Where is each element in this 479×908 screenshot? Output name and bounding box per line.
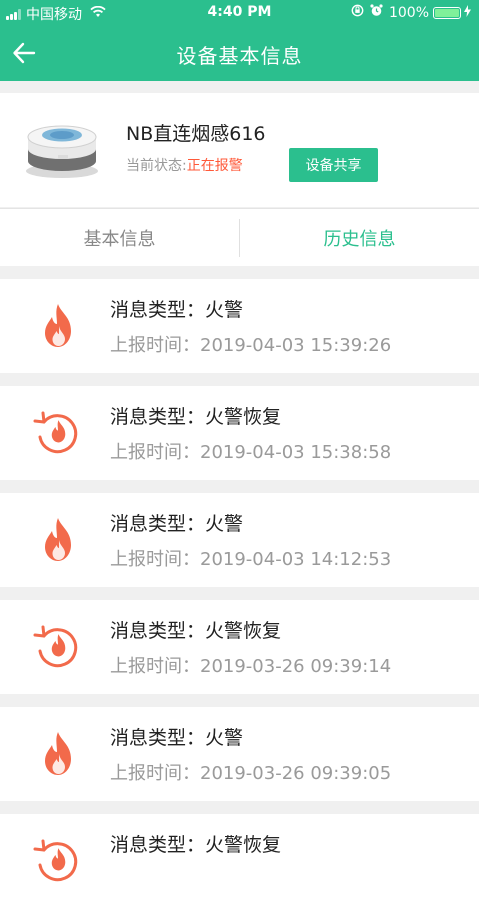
alarm-clock-icon	[370, 4, 383, 21]
rotation-lock-icon	[351, 4, 364, 21]
message-type: 消息类型：火警	[110, 509, 243, 536]
message-row[interactable]: 消息类型：火警 上报时间：2019-04-03 14:12:53	[0, 493, 479, 587]
fire-icon	[32, 300, 84, 352]
message-time-value: 2019-04-03 15:38:58	[200, 442, 392, 463]
status-value: 正在报警	[186, 158, 243, 174]
message-type: 消息类型：火警恢复	[110, 830, 281, 857]
message-time-label: 上报时间：	[110, 549, 200, 570]
battery-percent: 100%	[388, 4, 429, 21]
message-type-value: 火警恢复	[205, 834, 282, 856]
message-type-label: 消息类型：	[110, 727, 206, 749]
smoke-detector-image	[22, 113, 102, 183]
device-card: NB直连烟感616 当前状态:正在报警 设备共享	[0, 93, 479, 207]
message-type-value: 火警恢复	[205, 406, 282, 428]
page-title: 设备基本信息	[176, 44, 303, 68]
message-time-value: 2019-04-03 15:39:26	[200, 335, 392, 356]
message-time: 上报时间：2019-04-03 15:39:26	[110, 331, 391, 357]
message-time-value: 2019-04-03 14:12:53	[200, 549, 392, 570]
battery-icon	[433, 6, 461, 19]
device-share-button[interactable]: 设备共享	[289, 148, 378, 182]
fire-icon	[32, 514, 84, 566]
message-row[interactable]: 消息类型：火警恢复 上报时间：2019-03-26 09:39:14	[0, 600, 479, 694]
message-row[interactable]: 消息类型：火警 上报时间：2019-03-26 09:39:05	[0, 707, 479, 801]
message-type-label: 消息类型：	[110, 834, 206, 856]
message-type-value: 火警	[205, 513, 244, 535]
tab-history-info[interactable]: 历史信息	[240, 209, 479, 267]
message-time: 上报时间：2019-03-26 09:39:05	[110, 759, 391, 785]
fire-restore-icon	[32, 407, 84, 459]
message-type-value: 火警	[205, 299, 244, 321]
tab-basic-info[interactable]: 基本信息	[0, 209, 239, 267]
message-time-label: 上报时间：	[110, 442, 200, 463]
message-row[interactable]: 消息类型：火警恢复 上报时间：2019-04-03 15:38:58	[0, 386, 479, 480]
status-label: 当前状态:	[126, 158, 187, 174]
message-time-label: 上报时间：	[110, 335, 200, 356]
message-type-label: 消息类型：	[110, 513, 206, 535]
message-type-label: 消息类型：	[110, 620, 206, 642]
message-type: 消息类型：火警恢复	[110, 402, 281, 429]
message-type-value: 火警	[205, 727, 244, 749]
device-name: NB直连烟感616	[126, 123, 266, 145]
status-bar: 中国移动 4:40 PM 100%	[0, 0, 479, 26]
device-status: 当前状态:正在报警	[126, 155, 243, 175]
message-type: 消息类型：火警	[110, 723, 243, 750]
message-row[interactable]: 消息类型：火警 上报时间：2019-04-03 15:39:26	[0, 279, 479, 373]
message-time: 上报时间：2019-03-26 09:39:14	[110, 652, 391, 678]
message-type-label: 消息类型：	[110, 406, 206, 428]
message-type-label: 消息类型：	[110, 299, 206, 321]
fire-restore-icon	[32, 621, 84, 673]
message-type: 消息类型：火警恢复	[110, 616, 281, 643]
message-time-value: 2019-03-26 09:39:14	[200, 656, 392, 677]
message-type: 消息类型：火警	[110, 295, 243, 322]
charging-icon	[464, 4, 471, 21]
status-right: 100%	[351, 4, 471, 21]
fire-restore-icon	[32, 835, 84, 887]
info-tabs: 基本信息 历史信息	[0, 208, 479, 266]
message-time-label: 上报时间：	[110, 656, 200, 677]
nav-bar: 设备基本信息	[0, 26, 479, 81]
message-row[interactable]: 消息类型：火警恢复	[0, 814, 479, 908]
message-time-value: 2019-03-26 09:39:05	[200, 763, 392, 784]
message-type-value: 火警恢复	[205, 620, 282, 642]
message-time: 上报时间：2019-04-03 15:38:58	[110, 438, 391, 464]
message-time-label: 上报时间：	[110, 763, 200, 784]
fire-icon	[32, 728, 84, 780]
message-time: 上报时间：2019-04-03 14:12:53	[110, 545, 391, 571]
